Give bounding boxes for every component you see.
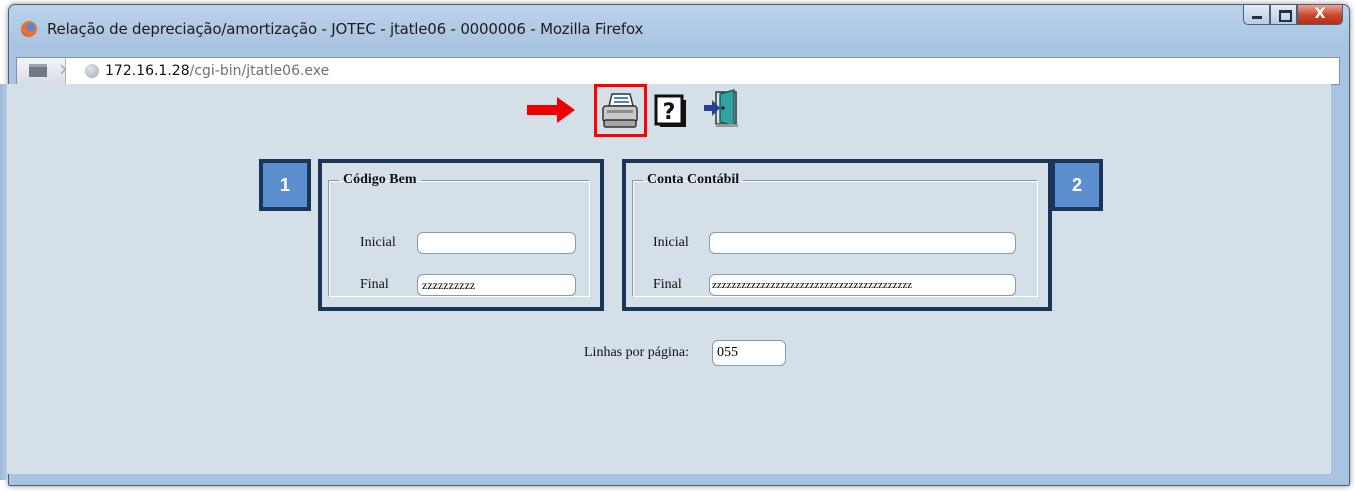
window-title: Relação de depreciação/amortização - JOT…	[47, 20, 644, 38]
title-bar[interactable]: Relação de depreciação/amortização - JOT…	[9, 5, 1349, 45]
conta-contabil-legend: Conta Contábil	[647, 172, 740, 187]
window-left-edge	[0, 84, 7, 480]
help-icon[interactable]: ?	[654, 92, 688, 128]
url-host: 172.16.1.28	[105, 63, 190, 79]
page-content: ? Código Bem Inicial Final Conta Contábi…	[7, 84, 1331, 474]
toolbar: ?	[7, 84, 1331, 144]
conta-inicial-input[interactable]	[709, 232, 1016, 254]
url-path: /cgi-bin/jtatle06.exe	[189, 63, 330, 79]
codigo-bem-group: Código Bem Inicial Final	[318, 159, 604, 311]
conta-final-input[interactable]	[709, 274, 1016, 296]
linhas-por-pagina-input[interactable]	[712, 340, 786, 366]
address-bar[interactable]: › 172.16.1.28/cgi-bin/jtatle06.exe	[16, 57, 1340, 85]
chevron-right-icon: ›	[59, 57, 68, 82]
svg-text:?: ?	[663, 100, 676, 125]
conta-contabil-group: Conta Contábil Inicial Final	[622, 159, 1052, 311]
codigo-final-input[interactable]	[417, 274, 576, 296]
close-button[interactable]: X	[1297, 5, 1343, 25]
url-text[interactable]: 172.16.1.28/cgi-bin/jtatle06.exe	[105, 63, 329, 79]
exit-icon[interactable]	[702, 88, 740, 128]
maximize-icon	[1279, 10, 1292, 22]
minimize-button[interactable]	[1243, 5, 1270, 25]
annotation-badge-1: 1	[259, 159, 311, 211]
minimize-icon	[1252, 16, 1262, 19]
annotation-badge-2: 2	[1051, 159, 1103, 211]
printer-icon[interactable]	[600, 92, 640, 130]
maximize-button[interactable]	[1270, 5, 1297, 25]
page-icon	[29, 64, 47, 77]
conta-contabil-fieldset: Conta Contábil Inicial Final	[632, 172, 1038, 297]
conta-final-label: Final	[653, 277, 682, 292]
firefox-logo-icon	[21, 21, 37, 37]
globe-icon	[85, 64, 99, 78]
conta-inicial-label: Inicial	[653, 235, 689, 250]
codigo-inicial-label: Inicial	[360, 235, 396, 250]
window-controls: X	[1243, 5, 1343, 27]
close-icon: X	[1314, 6, 1326, 22]
codigo-final-label: Final	[360, 277, 389, 292]
red-arrow-icon	[527, 97, 575, 123]
linhas-por-pagina-label: Linhas por página:	[584, 345, 689, 360]
codigo-bem-legend: Código Bem	[343, 172, 417, 187]
codigo-inicial-input[interactable]	[417, 232, 576, 254]
codigo-bem-fieldset: Código Bem Inicial Final	[328, 172, 590, 297]
